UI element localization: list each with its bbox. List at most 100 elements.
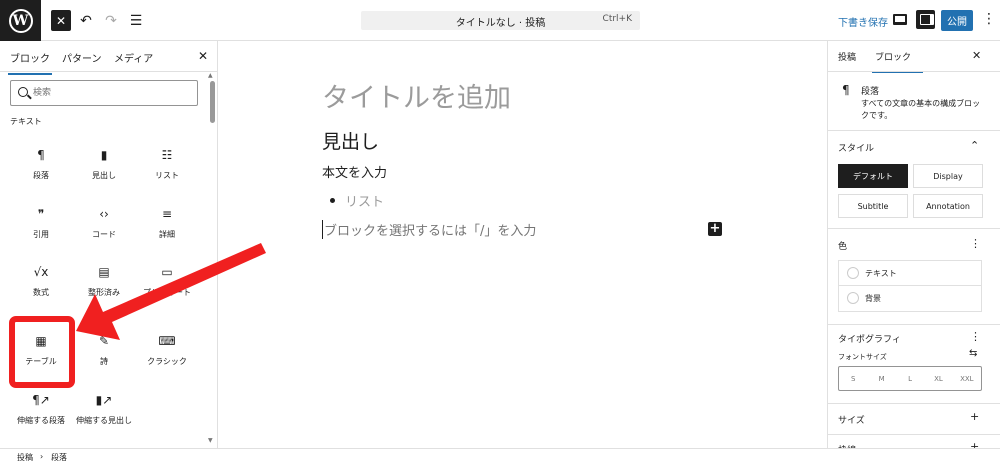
options-menu-icon[interactable]: ⋮ <box>982 12 996 26</box>
tab-divider <box>828 71 1000 72</box>
bullet-icon <box>330 198 335 203</box>
math-icon: √x <box>33 265 49 279</box>
style-annotation-button[interactable]: Annotation <box>913 194 983 218</box>
close-icon[interactable]: ✕ <box>198 49 208 63</box>
block-fit-text-heading[interactable]: ▮↗ 伸縮する見出し <box>72 391 136 426</box>
close-icon[interactable]: ✕ <box>972 49 981 62</box>
font-size-xxl[interactable]: XXL <box>953 367 981 390</box>
block-details[interactable]: ≡ 詳細 <box>135 205 199 240</box>
plus-icon[interactable]: + <box>970 410 979 423</box>
add-block-icon[interactable]: + <box>708 222 722 236</box>
paragraph-block[interactable]: 本文を入力 <box>322 162 387 181</box>
dimensions-section-title[interactable]: サイズ <box>838 413 865 426</box>
inserter-scrollbar[interactable]: ▲ ▼ <box>208 71 216 448</box>
block-verse[interactable]: ✎ 詩 <box>72 332 136 367</box>
block-fit-text-paragraph[interactable]: ¶↗ 伸縮する段落 <box>9 391 73 426</box>
list-icon: ☷ <box>161 148 173 162</box>
font-size-m[interactable]: M <box>867 367 895 390</box>
block-label: コード <box>92 230 116 239</box>
search-input[interactable] <box>33 85 183 101</box>
breadcrumb: 投稿 › 段落 <box>0 448 1000 463</box>
styles-section-title[interactable]: スタイル <box>838 141 874 154</box>
undo-icon[interactable]: ↶ <box>76 10 96 31</box>
block-label: プルクオート <box>143 288 191 297</box>
post-title-input[interactable]: タイトルを追加 <box>322 76 511 115</box>
style-display-button[interactable]: Display <box>913 164 983 188</box>
command-palette-bar[interactable]: タイトルなし · 投稿 Ctrl+K <box>361 11 640 30</box>
search-icon <box>18 87 28 97</box>
color-text-row[interactable]: テキスト <box>839 261 981 286</box>
redo-icon[interactable]: ↷ <box>101 10 121 31</box>
save-draft-button[interactable]: 下書き保存 <box>838 14 888 29</box>
plus-icon[interactable]: + <box>970 440 979 448</box>
editor-canvas[interactable]: タイトルを追加 見出し 本文を入力 リスト ブロックを選択するには「/」を入力 … <box>218 41 827 448</box>
style-default-button[interactable]: デフォルト <box>838 164 908 188</box>
block-pullquote[interactable]: ▭ プルクオート <box>135 263 199 298</box>
typography-options-icon[interactable]: ⋮ <box>970 330 981 343</box>
list-item-text: リスト <box>345 195 385 210</box>
verse-icon: ✎ <box>98 334 110 348</box>
block-list[interactable]: ☷ リスト <box>135 146 199 181</box>
publish-button[interactable]: 公開 <box>941 10 973 31</box>
heading-icon: ▮ <box>100 148 108 162</box>
close-inserter-button[interactable]: ✕ <box>51 10 71 31</box>
divider <box>828 434 1000 435</box>
highlight-box <box>9 316 75 388</box>
font-size-xl[interactable]: XL <box>924 367 952 390</box>
divider <box>828 228 1000 229</box>
list-block[interactable]: リスト <box>330 191 384 210</box>
chevron-up-icon[interactable]: ⌃ <box>970 139 979 152</box>
tab-block[interactable]: ブロック <box>871 50 924 73</box>
block-quote[interactable]: ❞ 引用 <box>9 205 73 240</box>
settings-sidebar: 投稿 ブロック ✕ ¶ 段落 すべての文章の基本の構成ブロックです。 スタイル … <box>827 41 1000 448</box>
block-appender[interactable]: ブロックを選択するには「/」を入力 <box>322 220 536 239</box>
divider <box>828 324 1000 325</box>
block-classic[interactable]: ⌨ クラシック <box>135 332 199 367</box>
tab-patterns[interactable]: パターン <box>62 50 102 65</box>
block-label: 引用 <box>33 230 49 239</box>
block-label: クラシック <box>147 357 187 366</box>
divider <box>828 130 1000 131</box>
font-size-s[interactable]: S <box>839 367 867 390</box>
block-label: リスト <box>155 171 179 180</box>
preview-icon[interactable] <box>893 14 907 25</box>
custom-size-icon[interactable]: ⇆ <box>969 348 977 359</box>
color-section-title: 色 <box>838 242 848 252</box>
heading-block[interactable]: 見出し <box>322 127 379 154</box>
details-icon: ≡ <box>161 207 173 221</box>
block-label: 伸縮する見出し <box>76 416 132 425</box>
color-background-row[interactable]: 背景 <box>839 286 981 311</box>
quote-icon: ❞ <box>37 207 45 221</box>
block-code[interactable]: ‹› コード <box>72 205 136 240</box>
preformatted-icon: ▤ <box>98 265 110 279</box>
color-name: テキスト <box>865 269 897 278</box>
block-search-field[interactable] <box>10 80 198 106</box>
block-paragraph[interactable]: ¶ 段落 <box>9 146 73 181</box>
scroll-down-icon[interactable]: ▼ <box>208 437 213 444</box>
block-preformatted[interactable]: ▤ 整形済み <box>72 263 136 298</box>
settings-sidebar-icon[interactable] <box>916 10 935 29</box>
list-view-icon[interactable]: ☰ <box>126 10 146 31</box>
wordpress-logo-button[interactable]: W <box>0 0 41 41</box>
pullquote-icon: ▭ <box>161 265 173 279</box>
paragraph-icon: ¶ <box>842 83 850 97</box>
color-options-icon[interactable]: ⋮ <box>970 237 981 250</box>
scroll-up-icon[interactable]: ▲ <box>208 72 213 79</box>
paragraph-icon: ¶ <box>37 148 45 162</box>
block-math[interactable]: √x 数式 <box>9 263 73 298</box>
fit-paragraph-icon: ¶↗ <box>32 393 50 407</box>
breadcrumb-paragraph[interactable]: 段落 <box>51 452 67 463</box>
color-panel: テキスト 背景 <box>838 260 982 312</box>
block-heading[interactable]: ▮ 見出し <box>72 146 136 181</box>
breadcrumb-post[interactable]: 投稿 <box>17 452 33 463</box>
tab-post[interactable]: 投稿 <box>838 50 856 63</box>
block-label: 整形済み <box>88 288 120 297</box>
classic-icon: ⌨ <box>158 334 176 348</box>
tab-media[interactable]: メディア <box>114 50 153 65</box>
font-size-l[interactable]: L <box>896 367 924 390</box>
scroll-thumb[interactable] <box>210 81 215 123</box>
style-subtitle-button[interactable]: Subtitle <box>838 194 908 218</box>
block-label: 伸縮する段落 <box>17 416 65 425</box>
breadcrumb-separator-icon: › <box>40 452 44 461</box>
tab-blocks[interactable]: ブロック <box>8 50 52 75</box>
